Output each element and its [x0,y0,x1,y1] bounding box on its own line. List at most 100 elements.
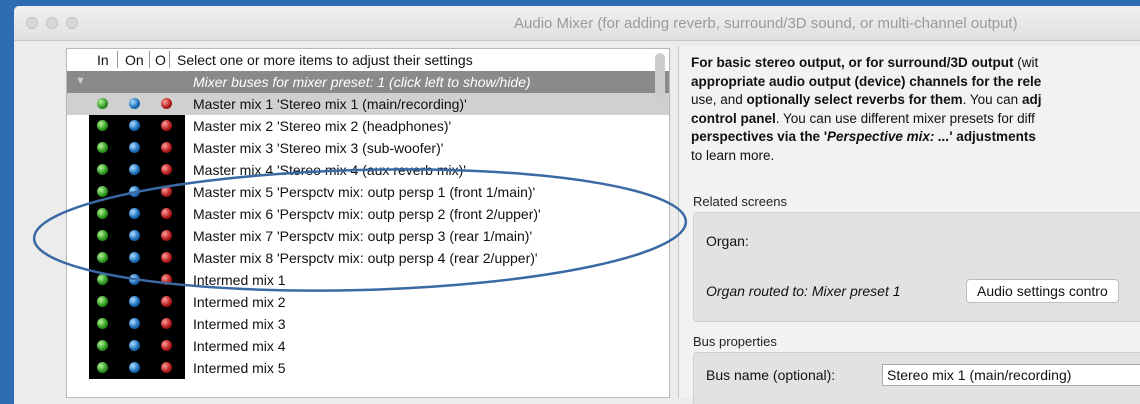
output-indicator-icon[interactable] [161,274,172,285]
in-indicator-icon[interactable] [97,230,108,241]
list-item-label: Intermed mix 5 [193,360,286,376]
zoom-window-button[interactable] [66,17,78,29]
list-item-label: Master mix 7 'Perspctv mix: outp persp 3… [193,228,533,244]
bus-name-label: Bus name (optional): [706,367,836,383]
in-indicator-icon[interactable] [97,98,108,109]
list-item[interactable]: Intermed mix 4 [67,335,669,357]
list-item-label: Intermed mix 1 [193,272,286,288]
bus-properties-label: Bus properties [693,334,777,349]
minimize-window-button[interactable] [46,17,58,29]
close-window-button[interactable] [26,17,38,29]
output-indicator-icon[interactable] [161,164,172,175]
list-instruction: Select one or more items to adjust their… [177,52,473,68]
list-item-label: Master mix 8 'Perspctv mix: outp persp 4… [193,250,538,266]
on-indicator-icon[interactable] [129,296,140,307]
on-indicator-icon[interactable] [129,186,140,197]
in-indicator-icon[interactable] [97,340,108,351]
list-item[interactable]: Master mix 5 'Perspctv mix: outp persp 1… [67,181,669,203]
list-item[interactable]: Master mix 8 'Perspctv mix: outp persp 4… [67,247,669,269]
list-item-label: Master mix 1 'Stereo mix 1 (main/recordi… [193,96,467,112]
in-indicator-icon[interactable] [97,120,108,131]
in-indicator-icon[interactable] [97,252,108,263]
on-indicator-icon[interactable] [129,208,140,219]
output-indicator-icon[interactable] [161,142,172,153]
in-indicator-icon[interactable] [97,208,108,219]
output-indicator-icon[interactable] [161,120,172,131]
list-item[interactable]: Intermed mix 5 [67,357,669,379]
channel-status-indicators[interactable] [89,357,185,379]
channel-status-indicators[interactable] [89,225,185,247]
mixer-bus-list[interactable]: In On O Select one or more items to adju… [66,48,670,398]
in-indicator-icon[interactable] [97,362,108,373]
on-indicator-icon[interactable] [129,120,140,131]
channel-status-indicators[interactable] [89,159,185,181]
output-indicator-icon[interactable] [161,208,172,219]
channel-status-indicators[interactable] [89,137,185,159]
list-item[interactable]: Master mix 1 'Stereo mix 1 (main/recordi… [67,93,669,115]
output-indicator-icon[interactable] [161,296,172,307]
in-indicator-icon[interactable] [97,296,108,307]
channel-status-indicators[interactable] [89,247,185,269]
in-indicator-icon[interactable] [97,274,108,285]
channel-status-indicators[interactable] [89,203,185,225]
list-item-label: Intermed mix 3 [193,316,286,332]
list-item-label: Intermed mix 4 [193,338,286,354]
channel-status-indicators[interactable] [89,115,185,137]
channel-status-indicators[interactable] [89,291,185,313]
in-indicator-icon[interactable] [97,142,108,153]
column-on-header[interactable]: On [125,52,144,68]
list-item[interactable]: Master mix 2 'Stereo mix 2 (headphones)' [67,115,669,137]
list-item-label: Master mix 5 'Perspctv mix: outp persp 1… [193,184,536,200]
disclosure-triangle-icon[interactable]: ▼ [75,75,86,87]
on-indicator-icon[interactable] [129,98,140,109]
on-indicator-icon[interactable] [129,252,140,263]
list-header: In On O Select one or more items to adju… [67,49,669,72]
bus-name-field[interactable]: Stereo mix 1 (main/recording) [882,364,1140,386]
list-item-label: Master mix 3 'Stereo mix 3 (sub-woofer)' [193,140,444,156]
settings-panel: For basic stereo output, or for surround… [678,46,1140,404]
on-indicator-icon[interactable] [129,318,140,329]
in-indicator-icon[interactable] [97,164,108,175]
output-indicator-icon[interactable] [161,186,172,197]
list-item-label: Master mix 6 'Perspctv mix: outp persp 2… [193,206,541,222]
list-item-label: Master mix 2 'Stereo mix 2 (headphones)' [193,118,452,134]
list-scrollbar[interactable] [655,53,665,105]
bus-properties-section: Bus name (optional): Stereo mix 1 (main/… [693,352,1140,404]
in-indicator-icon[interactable] [97,186,108,197]
list-item[interactable]: Intermed mix 3 [67,313,669,335]
channel-status-indicators[interactable] [89,93,185,115]
title-bar: Audio Mixer (for adding reverb, surround… [14,6,1140,41]
output-indicator-icon[interactable] [161,340,172,351]
group-row[interactable]: ▼ Mixer buses for mixer preset: 1 (click… [67,71,669,93]
on-indicator-icon[interactable] [129,274,140,285]
channel-status-indicators[interactable] [89,269,185,291]
on-indicator-icon[interactable] [129,362,140,373]
list-item[interactable]: Master mix 3 'Stereo mix 3 (sub-woofer)' [67,137,669,159]
list-item[interactable]: Intermed mix 2 [67,291,669,313]
list-item[interactable]: Master mix 4 'Stereo mix 4 (aux reverb m… [67,159,669,181]
on-indicator-icon[interactable] [129,230,140,241]
output-indicator-icon[interactable] [161,318,172,329]
audio-settings-button[interactable]: Audio settings contro [966,279,1119,303]
output-indicator-icon[interactable] [161,252,172,263]
on-indicator-icon[interactable] [129,340,140,351]
in-indicator-icon[interactable] [97,318,108,329]
output-indicator-icon[interactable] [161,230,172,241]
list-item[interactable]: Intermed mix 1 [67,269,669,291]
column-in-header[interactable]: In [97,52,109,68]
list-item-label: Intermed mix 2 [193,294,286,310]
on-indicator-icon[interactable] [129,164,140,175]
channel-status-indicators[interactable] [89,181,185,203]
column-o-header[interactable]: O [155,52,166,68]
audio-mixer-window: Audio Mixer (for adding reverb, surround… [14,6,1140,404]
output-indicator-icon[interactable] [161,98,172,109]
related-screens-section: Organ: Organ routed to: Mixer preset 1 A… [693,212,1140,322]
output-indicator-icon[interactable] [161,362,172,373]
on-indicator-icon[interactable] [129,142,140,153]
channel-status-indicators[interactable] [89,313,185,335]
list-item[interactable]: Master mix 7 'Perspctv mix: outp persp 3… [67,225,669,247]
channel-status-indicators[interactable] [89,335,185,357]
list-item[interactable]: Master mix 6 'Perspctv mix: outp persp 2… [67,203,669,225]
intro-text: For basic stereo output, or for surround… [691,55,1042,163]
organ-label: Organ: [706,233,749,249]
